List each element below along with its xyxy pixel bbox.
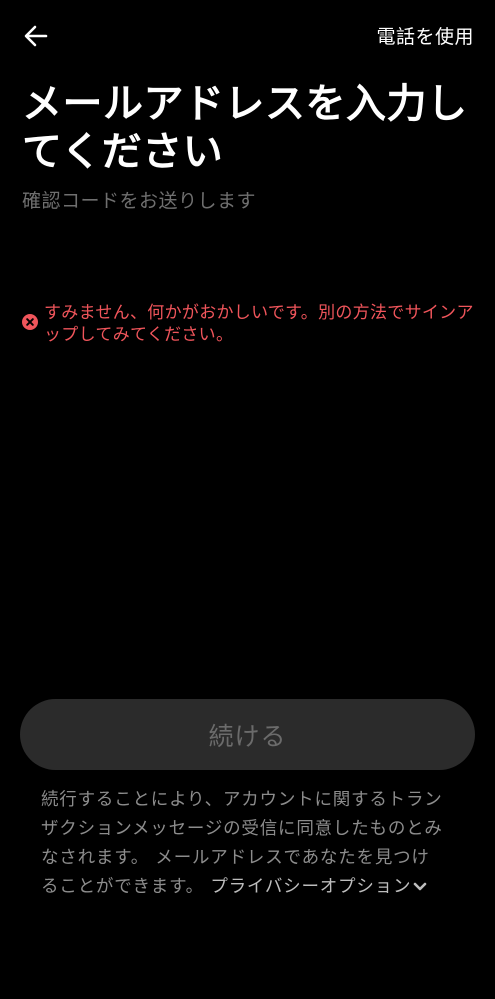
back-button[interactable] — [14, 18, 58, 54]
error-circle-x-icon — [22, 314, 38, 330]
use-phone-link[interactable]: 電話を使用 — [376, 22, 474, 49]
privacy-options-link[interactable]: プライバシーオプション — [210, 877, 427, 897]
top-bar: 電話を使用 — [0, 0, 495, 72]
privacy-options-label: プライバシーオプション — [210, 877, 412, 897]
page-subtitle: 確認コードをお送りします — [22, 190, 257, 212]
page-title: メールアドレスを入力してください — [22, 81, 468, 175]
error-text: すみません、何かがおかしいです。別の方法でサインアップしてみてください。 — [44, 303, 474, 345]
arrow-left-icon — [24, 25, 48, 47]
continue-button[interactable]: 続ける — [20, 699, 475, 770]
terms-notice: 続行することにより、アカウントに関するトランザクションメッセージの受信に同意した… — [41, 786, 446, 902]
chevron-down-icon — [413, 882, 427, 891]
error-message: すみません、何かがおかしいです。別の方法でサインアップしてみてください。 — [22, 299, 477, 346]
